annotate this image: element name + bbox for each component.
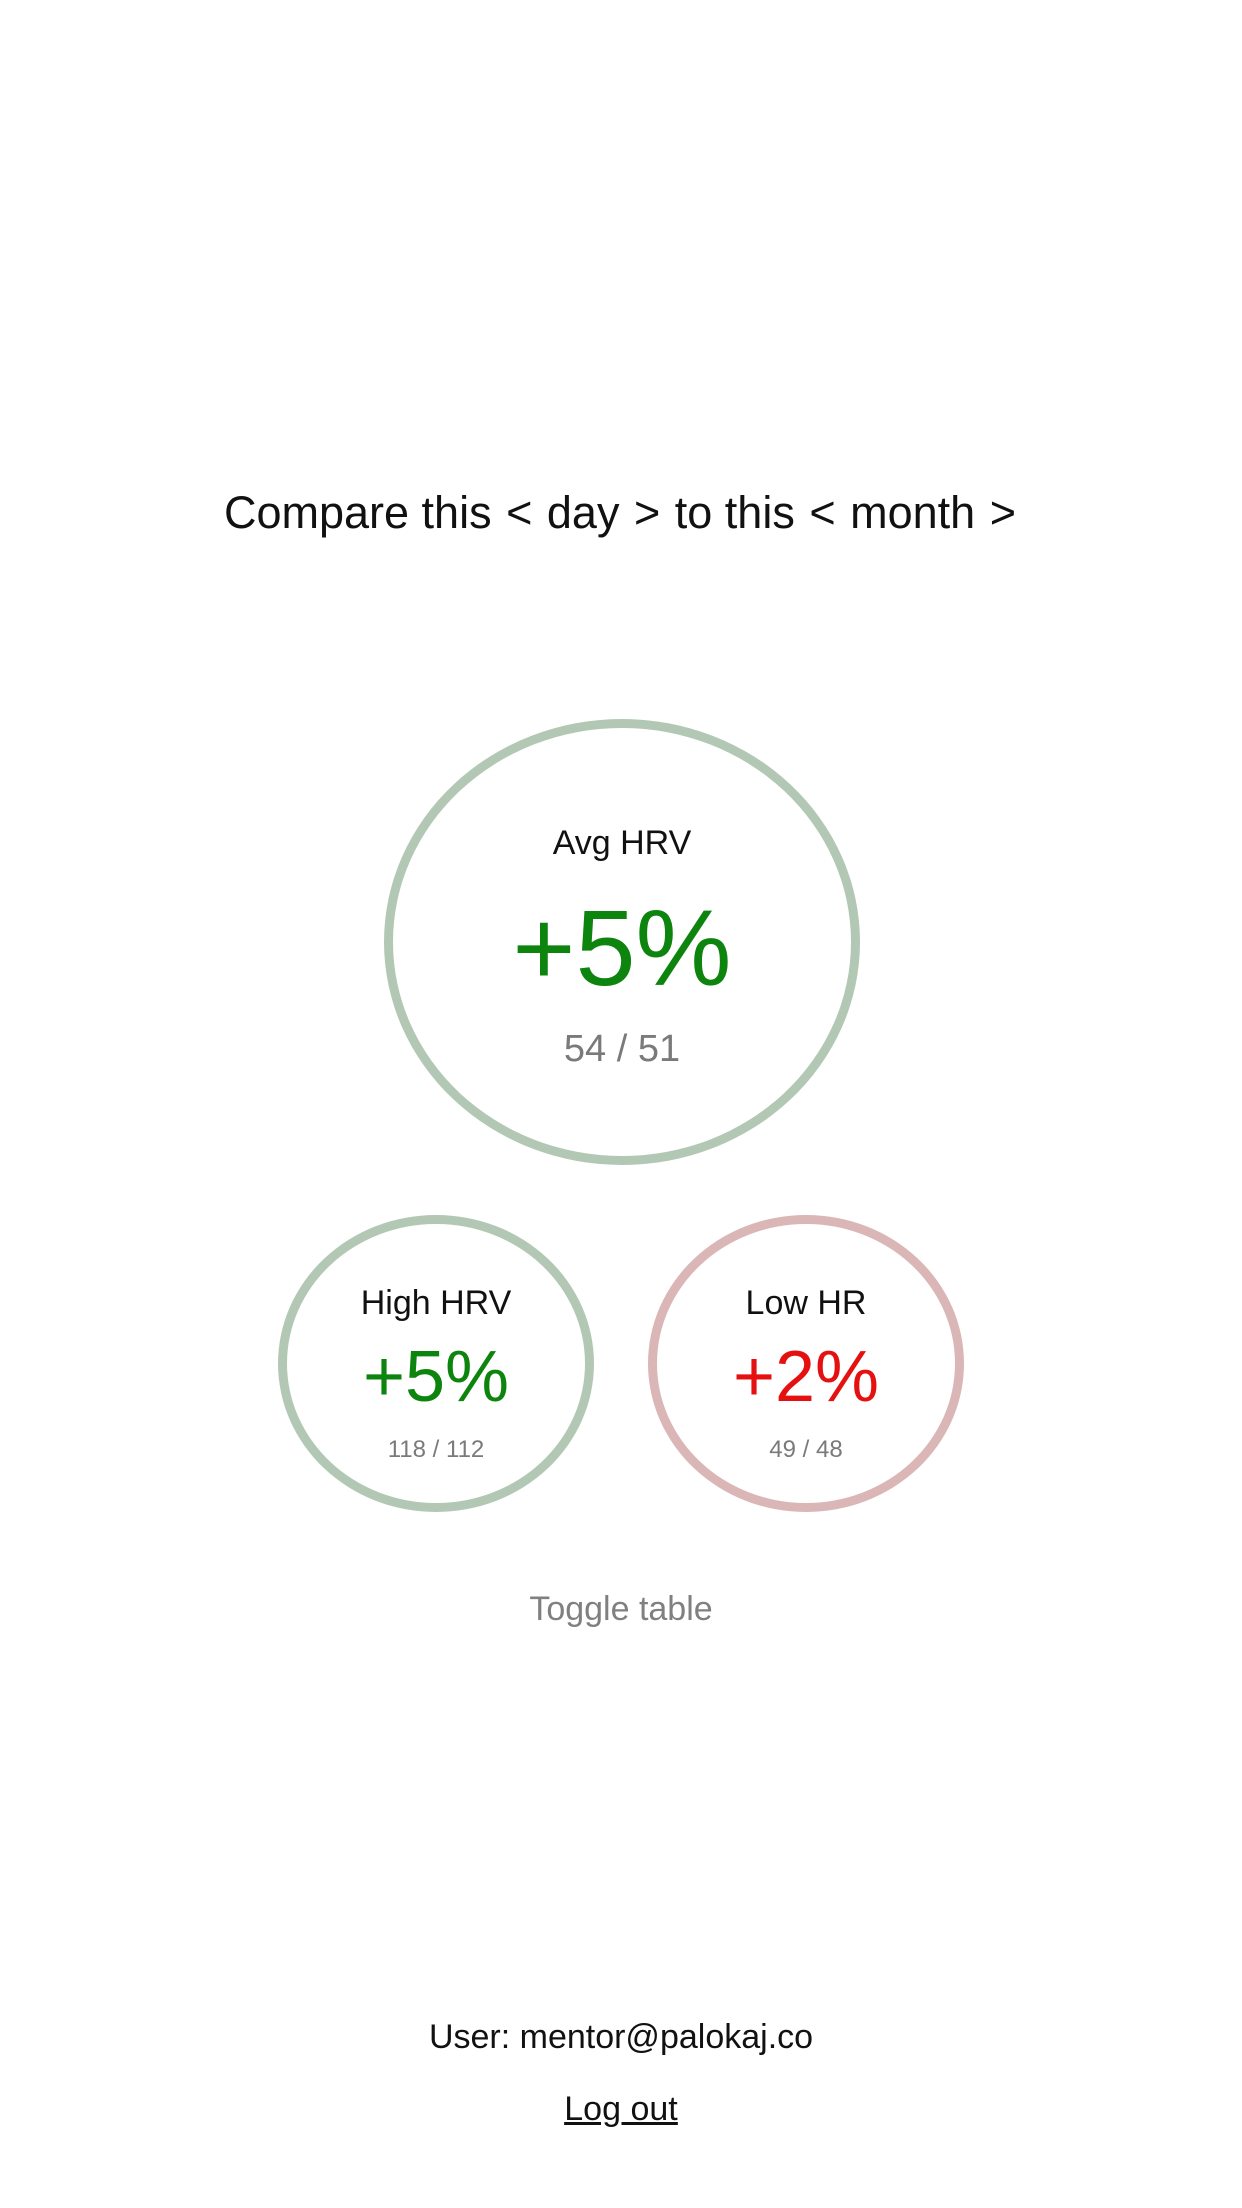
low-hr-change: +2%	[732, 1337, 880, 1417]
high-hrv-label: High HRV	[360, 1284, 512, 1322]
low-hr-ratio: 49 / 48	[769, 1436, 843, 1463]
user-email: User: mentor@palokaj.co	[428, 2018, 814, 2056]
high-hrv-ratio: 118 / 112	[387, 1436, 485, 1463]
first-period-prev-button[interactable]: <	[504, 487, 534, 538]
low-hr-label: Low HR	[745, 1284, 867, 1322]
avg-hrv-ratio: 54 / 51	[563, 1028, 681, 1070]
high-hrv-ring: High HRV +5% 118 / 112	[278, 1215, 594, 1512]
compare-period-selector: Compare this < day > to this < month >	[0, 478, 1242, 548]
second-period-prev-button[interactable]: <	[807, 487, 837, 538]
avg-hrv-label: Avg HRV	[552, 824, 692, 862]
second-period-next-button[interactable]: >	[988, 487, 1018, 538]
low-hr-ring: Low HR +2% 49 / 48	[648, 1215, 964, 1512]
toggle-table-button[interactable]: Toggle table	[0, 1590, 1242, 1629]
second-period-value[interactable]: month	[850, 487, 975, 538]
compare-prefix: Compare this	[223, 487, 492, 538]
first-period-next-button[interactable]: >	[632, 487, 662, 538]
compare-middle-text: to this	[674, 487, 795, 538]
avg-hrv-ring: Avg HRV +5% 54 / 51	[384, 719, 860, 1165]
avg-hrv-change: +5%	[512, 887, 732, 1008]
logout-label: Log out	[564, 2090, 678, 2128]
first-period-value[interactable]: day	[547, 487, 620, 538]
logout-link[interactable]: Log out	[0, 2090, 1242, 2129]
high-hrv-change: +5%	[362, 1337, 510, 1417]
